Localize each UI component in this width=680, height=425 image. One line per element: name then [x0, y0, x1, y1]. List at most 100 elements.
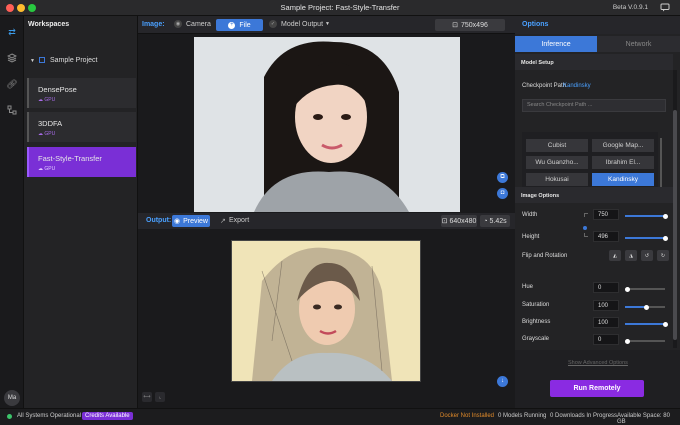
tab-model-output[interactable]: Model Output: [281, 21, 323, 28]
input-toolbar: Image: ◉ Camera + File ✓ Model Output ▼ …: [138, 16, 515, 34]
checkpoint-google-map[interactable]: Google Map...: [592, 139, 654, 152]
slider-value-input[interactable]: 0: [593, 334, 619, 345]
slider-value-input[interactable]: 100: [593, 317, 619, 328]
slider-label: Brightness: [522, 319, 551, 325]
credits-badge[interactable]: Credits Available: [82, 412, 133, 420]
version-label: Beta V.0.9.1: [612, 4, 648, 11]
resize-icon: ⊡: [441, 218, 448, 225]
export-icon: ↗: [220, 218, 226, 225]
output-label: Output:: [146, 217, 172, 224]
slider-track[interactable]: [625, 321, 668, 327]
checkpoint-wu-guanzhong[interactable]: Wu Guanzho...: [526, 156, 588, 169]
options-scrollbar[interactable]: [673, 70, 677, 348]
width-label: Width: [522, 212, 538, 218]
eye-icon: ◉: [173, 218, 181, 225]
chevron-down-icon[interactable]: ▼: [325, 21, 330, 27]
gpu-badge: ☁ GPU: [38, 166, 56, 172]
resize-icon: ⊡: [452, 22, 458, 29]
checkpoint-hokusai[interactable]: Hokusai: [526, 173, 588, 186]
workspace-item-3ddfa[interactable]: 3DDFA ☁ GPU: [27, 112, 136, 142]
slider-track[interactable]: [625, 304, 665, 310]
tab-network[interactable]: Network: [597, 36, 680, 52]
tab-inference[interactable]: Inference: [515, 36, 597, 52]
slider-value-input[interactable]: 0: [593, 282, 619, 293]
layers-icon[interactable]: [6, 52, 18, 64]
fit-icon[interactable]: ⟷: [142, 392, 152, 402]
width-slider-knob[interactable]: [663, 213, 668, 219]
inference-time: 5.42s: [489, 217, 507, 225]
camera-icon: ◉: [174, 20, 182, 28]
preview-label: Preview: [183, 217, 208, 225]
project-row[interactable]: ▼ Sample Project: [24, 52, 138, 72]
available-space: Available Space: 80 GB: [617, 413, 670, 425]
checkpoint-ibrahim-el[interactable]: Ibrahim El...: [592, 156, 654, 169]
main-area: Image: ◉ Camera + File ✓ Model Output ▼ …: [138, 16, 515, 408]
tab-file[interactable]: + File: [216, 19, 263, 31]
slider-label: Grayscale: [522, 336, 550, 342]
options-scrollbar-thumb[interactable]: [673, 110, 677, 340]
flip-vertical-icon[interactable]: ◮: [625, 250, 637, 261]
output-resolution: 640x480: [449, 217, 477, 225]
slider-value-input[interactable]: 100: [593, 300, 619, 311]
link-icon[interactable]: 🔗︎: [6, 78, 18, 90]
rotate-left-icon[interactable]: ↺: [641, 250, 653, 261]
docker-status[interactable]: Docker Not Installed: [440, 413, 494, 419]
height-label: Height: [522, 234, 540, 240]
height-slider-knob[interactable]: [663, 235, 668, 241]
workspace-item-densepose[interactable]: DensePose ☁ GPU: [27, 78, 136, 108]
workspace-item-fast-style-transfer[interactable]: Fast-Style-Transfer ☁ GPU: [27, 147, 136, 177]
chat-icon[interactable]: [660, 3, 670, 12]
output-image: [231, 240, 421, 382]
slider-label: Saturation: [522, 302, 550, 308]
export-button[interactable]: Export: [229, 217, 249, 224]
aspect-lock-icon[interactable]: [583, 226, 587, 230]
run-area: Show Advanced Options Run Remotely: [515, 350, 680, 408]
workspace-name: DensePose: [38, 85, 77, 94]
check-icon: ✓: [269, 20, 277, 28]
rotate-right-icon[interactable]: ↻: [657, 250, 669, 261]
preview-button[interactable]: ◉ Preview: [172, 215, 210, 227]
status-bar: All Systems Operational Credits Availabl…: [0, 408, 680, 425]
copy-icon[interactable]: ⧉: [497, 172, 508, 183]
graph-icon[interactable]: [6, 104, 18, 116]
crop-icon[interactable]: ⌞: [155, 392, 165, 402]
tab-camera[interactable]: Camera: [186, 21, 211, 28]
avatar[interactable]: Ma: [4, 390, 20, 406]
transfer-icon[interactable]: ⇄: [6, 26, 18, 38]
slider-track[interactable]: [625, 338, 665, 344]
slider-knob[interactable]: [625, 338, 630, 344]
input-resolution-badge: ⊡ 750x496: [435, 19, 505, 31]
camera-capture-icon[interactable]: ◘: [497, 188, 508, 199]
slider-knob[interactable]: [663, 321, 668, 327]
height-input[interactable]: 496: [593, 231, 619, 242]
download-icon[interactable]: ↓: [497, 376, 508, 387]
run-remotely-button[interactable]: Run Remotely: [550, 380, 644, 397]
flip-horizontal-icon[interactable]: ◭: [609, 250, 621, 261]
height-slider[interactable]: [625, 235, 668, 241]
slider-knob[interactable]: [644, 304, 649, 310]
checkpoint-search-input[interactable]: Search Checkpoint Path ...: [522, 99, 666, 112]
checkpoint-value: Kandinsky: [563, 83, 591, 89]
checkpoint-scrollbar[interactable]: [660, 138, 662, 188]
slider-fill: [625, 323, 665, 325]
show-advanced-options-link[interactable]: Show Advanced Options: [568, 360, 628, 366]
plus-icon: +: [228, 21, 236, 29]
width-input[interactable]: 750: [593, 209, 619, 220]
chevron-down-icon[interactable]: ▼: [30, 58, 35, 64]
checkpoint-label: Checkpoint Path: [522, 83, 567, 89]
input-image: [194, 37, 460, 212]
icon-rail: ⇄ 🔗︎ Ma: [0, 16, 24, 408]
checkpoint-kandinsky[interactable]: Kandinsky: [592, 173, 654, 186]
status-ok-icon: [7, 414, 12, 419]
workspace-name: 3DDFA: [38, 119, 63, 128]
checkpoint-cubist[interactable]: Cubist: [526, 139, 588, 152]
image-label: Image:: [142, 21, 165, 28]
workspaces-header: Workspaces: [28, 21, 70, 28]
slider-track[interactable]: [625, 286, 665, 292]
slider-knob[interactable]: [625, 286, 630, 292]
title-bar: Sample Project: Fast-Style-Transfer Beta…: [0, 0, 680, 16]
width-slider[interactable]: [625, 213, 668, 219]
options-panel: Options Inference Network Model Setup Ch…: [515, 16, 680, 408]
slider-label: Hue: [522, 284, 534, 290]
project-name: Sample Project: [50, 57, 98, 64]
